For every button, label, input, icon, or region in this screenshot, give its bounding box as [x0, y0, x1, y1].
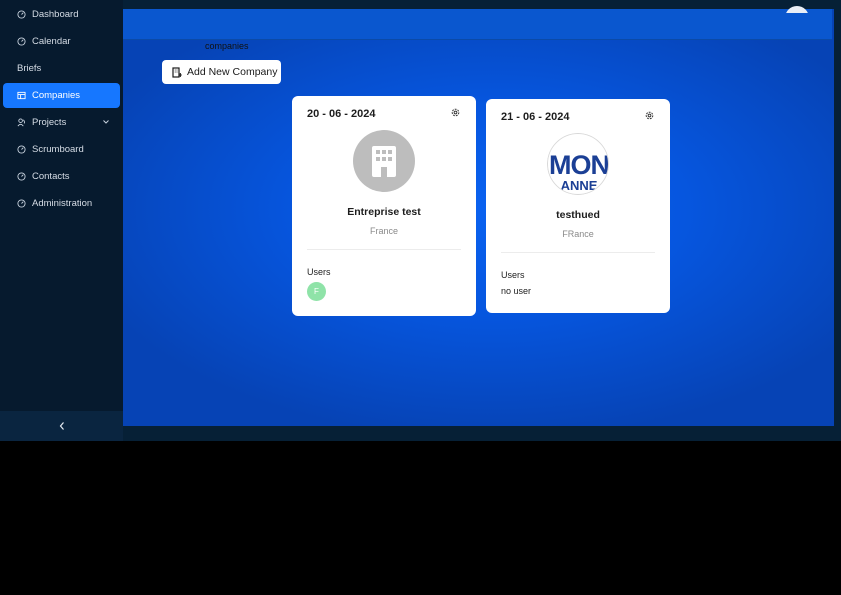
company-card[interactable]: 21 - 06 - 2024 MON ANNE testhued FRance … — [486, 99, 670, 313]
sidebar-item-label: Administration — [32, 198, 93, 209]
company-card[interactable]: 20 - 06 - 2024 Entreprise test France Us… — [292, 96, 476, 316]
company-country: France — [369, 226, 398, 236]
card-divider — [307, 249, 461, 250]
gear-icon[interactable] — [644, 110, 655, 121]
sidebar-item-companies[interactable]: Companies — [3, 83, 120, 108]
company-logo — [353, 130, 415, 192]
add-new-company-button[interactable]: Add New Company — [162, 60, 281, 84]
no-user-text: no user — [501, 286, 532, 296]
sidebar-item-briefs[interactable]: Briefs — [3, 56, 120, 81]
card-date: 21 - 06 - 2024 — [501, 111, 570, 123]
company-name: Entreprise test — [347, 206, 421, 218]
administration-icon — [17, 199, 26, 208]
sidebar-item-label: Projects — [32, 117, 67, 128]
companies-icon — [17, 91, 26, 100]
gear-icon[interactable] — [450, 107, 461, 118]
add-new-company-label: Add New Company — [187, 66, 278, 78]
users-label: Users — [307, 267, 331, 277]
chevron-down-icon[interactable] — [102, 118, 110, 126]
top-bar — [123, 9, 832, 40]
company-logo-image: MON ANNE — [547, 133, 609, 195]
dashboard-icon — [17, 10, 26, 19]
company-name: testhued — [556, 209, 600, 221]
building-add-icon — [172, 66, 182, 78]
sidebar: Dashboard Calendar Briefs Companies Proj… — [0, 0, 123, 441]
building-icon — [372, 146, 396, 177]
sidebar-item-contacts[interactable]: Contacts — [3, 164, 120, 189]
sidebar-item-label: Companies — [32, 90, 81, 101]
sidebar-item-administration[interactable]: Administration — [3, 191, 120, 216]
sidebar-item-dashboard[interactable]: Dashboard — [3, 2, 120, 27]
calendar-icon — [17, 37, 26, 46]
card-date: 20 - 06 - 2024 — [307, 108, 376, 120]
sidebar-item-label: Briefs — [17, 63, 42, 74]
breadcrumb: companies — [205, 41, 249, 51]
company-logo: MON ANNE — [547, 133, 609, 195]
company-country: FRance — [562, 229, 594, 239]
user-avatar[interactable]: F — [307, 282, 326, 301]
chevron-left-icon — [59, 422, 64, 430]
sidebar-collapse-button[interactable] — [0, 411, 123, 441]
scrumboard-icon — [17, 145, 26, 154]
card-divider — [501, 252, 655, 253]
sidebar-item-calendar[interactable]: Calendar — [3, 29, 120, 54]
sidebar-item-label: Dashboard — [32, 9, 79, 20]
app-window: Dashboard Calendar Briefs Companies Proj… — [0, 0, 841, 441]
projects-icon — [17, 118, 26, 127]
users-label: Users — [501, 270, 525, 280]
sidebar-item-projects[interactable]: Projects — [3, 110, 120, 135]
sidebar-item-scrumboard[interactable]: Scrumboard — [3, 137, 120, 162]
main-content: companies Add New Company 20 - 06 - 2024 — [123, 9, 834, 426]
sidebar-item-label: Scrumboard — [32, 144, 84, 155]
sidebar-item-label: Contacts — [32, 171, 70, 182]
sidebar-item-label: Calendar — [32, 36, 71, 47]
contacts-icon — [17, 172, 26, 181]
